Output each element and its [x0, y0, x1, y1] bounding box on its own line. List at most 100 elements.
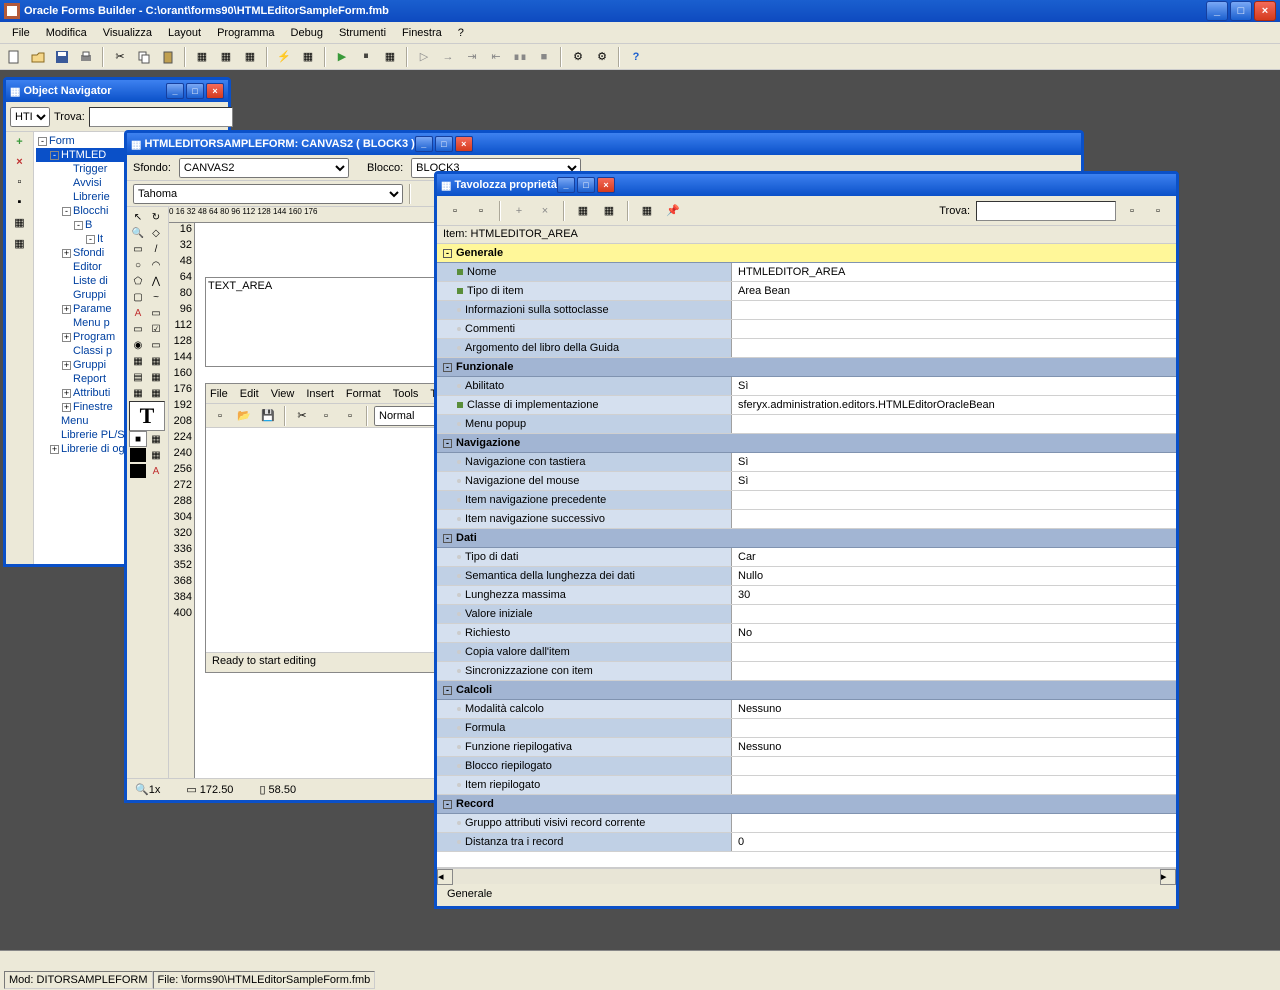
run-icon[interactable]: ▶: [332, 47, 352, 67]
close-button[interactable]: ×: [455, 136, 473, 152]
tool-icon[interactable]: ▦: [216, 47, 236, 67]
tool-icon[interactable]: ▦: [192, 47, 212, 67]
menu-layout[interactable]: Layout: [160, 25, 209, 41]
polyline-tool[interactable]: ⋀: [147, 273, 165, 289]
trova-input[interactable]: [89, 107, 233, 127]
stop-icon[interactable]: ⏸: [356, 47, 376, 67]
step-icon[interactable]: →: [438, 47, 458, 67]
prop-row[interactable]: Funzione riepilogativaNessuno: [437, 738, 1176, 757]
connect-icon[interactable]: ⚡: [274, 47, 294, 67]
zoom-tool[interactable]: 🔍: [129, 225, 147, 241]
property-grid[interactable]: - Generale NomeHTMLEDITOR_AREA Tipo di i…: [437, 244, 1176, 868]
sfondo-select[interactable]: CANVAS2: [179, 158, 349, 178]
line-tool[interactable]: /: [147, 241, 165, 257]
prop-category[interactable]: - Calcoli: [437, 681, 1176, 700]
roundrect-tool[interactable]: ▢: [129, 289, 147, 305]
scroll-left-button[interactable]: ◂: [437, 869, 453, 885]
prop-row[interactable]: Gruppo attributi visivi record corrente: [437, 814, 1176, 833]
step-icon[interactable]: ⇤: [486, 47, 506, 67]
list-tool[interactable]: ▤: [129, 369, 147, 385]
paste-props-icon[interactable]: ▫: [471, 201, 491, 221]
objnav-combo[interactable]: HTI: [10, 107, 50, 127]
delete-icon[interactable]: ×: [16, 156, 22, 168]
menu-visualizza[interactable]: Visualizza: [95, 25, 160, 41]
color-tool[interactable]: A: [147, 463, 165, 479]
expand-icon[interactable]: ▫: [18, 176, 22, 188]
collapse-icon[interactable]: ▪: [18, 196, 22, 208]
menu-strumenti[interactable]: Strumenti: [331, 25, 394, 41]
prop-row[interactable]: Informazioni sulla sottoclasse: [437, 301, 1176, 320]
close-button[interactable]: ×: [597, 177, 615, 193]
objnav-titlebar[interactable]: ▦ Object Navigator _ □ ×: [6, 80, 228, 102]
step-icon[interactable]: ⇥: [462, 47, 482, 67]
line-color[interactable]: ■: [129, 447, 147, 463]
text-item-large[interactable]: T: [129, 401, 165, 431]
prop-row[interactable]: Item navigazione precedente: [437, 491, 1176, 510]
prop-row[interactable]: Commenti: [437, 320, 1176, 339]
menu-debug[interactable]: Debug: [283, 25, 331, 41]
prop-row[interactable]: Navigazione del mouseSì: [437, 472, 1176, 491]
prop-row[interactable]: Classe di implementazionesferyx.administ…: [437, 396, 1176, 415]
copy-icon[interactable]: ▫: [316, 406, 336, 426]
compile-icon[interactable]: ⚙: [568, 47, 588, 67]
copy-icon[interactable]: [134, 47, 154, 67]
save-icon[interactable]: [52, 47, 72, 67]
prop-row[interactable]: Semantica della lunghezza dei datiNullo: [437, 567, 1176, 586]
textitem-tool[interactable]: ▭: [147, 337, 165, 353]
delete-icon[interactable]: ×: [535, 201, 555, 221]
shape-tool[interactable]: ◇: [147, 225, 165, 241]
fill-color[interactable]: ■: [129, 431, 147, 447]
menu-help[interactable]: ?: [450, 25, 472, 41]
prop-row[interactable]: Lunghezza massima30: [437, 586, 1176, 605]
paste-icon[interactable]: [158, 47, 178, 67]
prop-row[interactable]: NomeHTMLEDITOR_AREA: [437, 263, 1176, 282]
cut-icon[interactable]: ✂: [292, 406, 312, 426]
prop-row[interactable]: Tipo di itemArea Bean: [437, 282, 1176, 301]
frame-tool[interactable]: ▭: [147, 305, 165, 321]
find-prev-icon[interactable]: ▫: [1122, 201, 1142, 221]
prop-row[interactable]: Menu popup: [437, 415, 1176, 434]
he-menu-view[interactable]: View: [271, 388, 295, 400]
tool-icon[interactable]: ▦: [298, 47, 318, 67]
prop-row[interactable]: Sincronizzazione con item: [437, 662, 1176, 681]
open-icon[interactable]: 📂: [234, 406, 254, 426]
new-icon[interactable]: ▫: [210, 406, 230, 426]
prop-category[interactable]: - Funzionale: [437, 358, 1176, 377]
color-tool[interactable]: ▦: [147, 447, 165, 463]
menu-programma[interactable]: Programma: [209, 25, 282, 41]
close-button[interactable]: ×: [206, 83, 224, 99]
add-icon[interactable]: +: [509, 201, 529, 221]
add-icon[interactable]: +: [16, 136, 22, 148]
tool-icon[interactable]: ▦: [14, 237, 24, 250]
maximize-button[interactable]: □: [577, 177, 595, 193]
minimize-button[interactable]: _: [557, 177, 575, 193]
prop-row[interactable]: Item riepilogato: [437, 776, 1176, 795]
cut-icon[interactable]: ✂: [110, 47, 130, 67]
menu-modifica[interactable]: Modifica: [38, 25, 95, 41]
scroll-right-button[interactable]: ▸: [1160, 869, 1176, 885]
prop-category[interactable]: - Generale: [437, 244, 1176, 263]
prop-titlebar[interactable]: ▦ Tavolozza proprietà _ □ ×: [437, 174, 1176, 196]
new-icon[interactable]: [4, 47, 24, 67]
prop-row[interactable]: RichiestoNo: [437, 624, 1176, 643]
he-menu-tools[interactable]: Tools: [393, 388, 419, 400]
text-color[interactable]: ■: [129, 463, 147, 479]
tool-icon[interactable]: ▦: [380, 47, 400, 67]
help-icon[interactable]: ?: [626, 47, 646, 67]
prop-row[interactable]: Navigazione con tastieraSì: [437, 453, 1176, 472]
radio-tool[interactable]: ◉: [129, 337, 147, 353]
rect-tool[interactable]: ▭: [129, 241, 147, 257]
he-menu-format[interactable]: Format: [346, 388, 381, 400]
prop-row[interactable]: Item navigazione successivo: [437, 510, 1176, 529]
prop-category[interactable]: - Navigazione: [437, 434, 1176, 453]
find-next-icon[interactable]: ▫: [1148, 201, 1168, 221]
maximize-button[interactable]: □: [1230, 1, 1252, 21]
minimize-button[interactable]: _: [415, 136, 433, 152]
prop-row[interactable]: Formula: [437, 719, 1176, 738]
prop-row[interactable]: Copia valore dall'item: [437, 643, 1176, 662]
paste-icon[interactable]: ▫: [340, 406, 360, 426]
color-tool[interactable]: ▦: [147, 431, 165, 447]
maximize-button[interactable]: □: [186, 83, 204, 99]
prop-category[interactable]: - Dati: [437, 529, 1176, 548]
prop-category[interactable]: - Record: [437, 795, 1176, 814]
